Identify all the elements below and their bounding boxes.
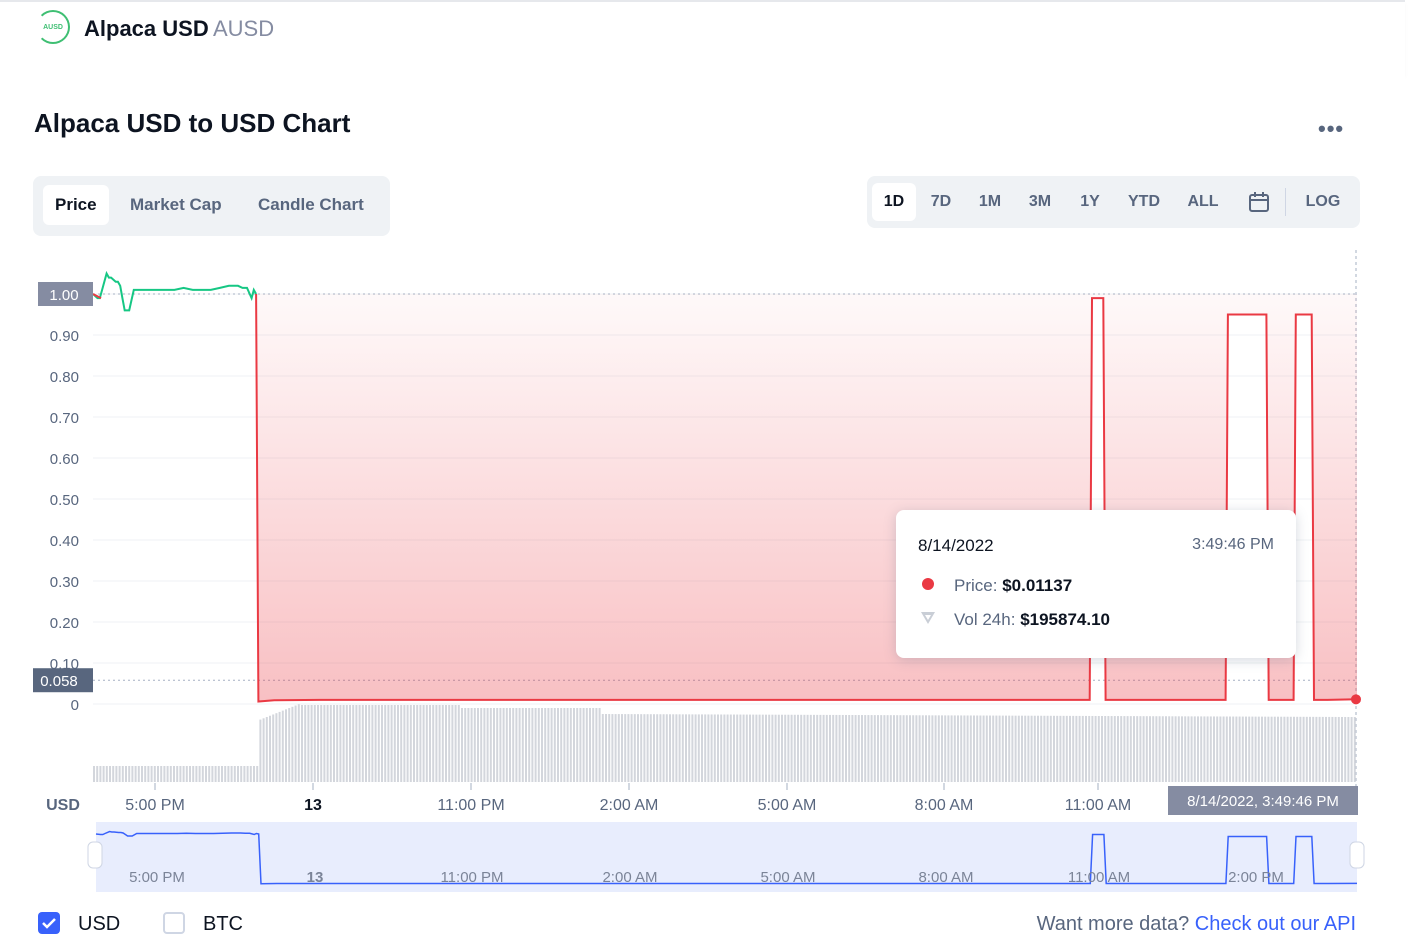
usd-label: USD [78, 913, 121, 935]
range-separator [1285, 188, 1286, 216]
range-1y[interactable]: 1Y [1069, 183, 1111, 221]
btc-checkbox[interactable] [163, 912, 185, 934]
chart-type-tabs: Price Market Cap Candle Chart [33, 176, 390, 236]
tooltip-date: 8/14/2022 [918, 536, 994, 555]
range-7d[interactable]: 7D [920, 183, 962, 221]
tooltip-volume-value: $195874.10 [1020, 610, 1111, 629]
tab-price[interactable]: Price [43, 185, 109, 225]
tooltip-volume-label: Vol 24h: [954, 610, 1016, 629]
api-promo-text: Want more data? [1036, 913, 1190, 935]
tab-market-cap[interactable]: Market Cap [118, 185, 234, 225]
api-link[interactable]: Check out our API [1195, 913, 1356, 935]
log-scale-toggle[interactable]: LOG [1297, 183, 1349, 221]
range-all[interactable]: ALL [1179, 183, 1227, 221]
range-3m[interactable]: 3M [1019, 183, 1061, 221]
more-horizontal-icon[interactable]: ••• [1318, 116, 1344, 142]
price-dot-icon [922, 578, 934, 590]
time-range-selector: 1D 7D 1M 3M 1Y YTD ALL LOG [867, 176, 1360, 228]
page-title: Alpaca USD to USD Chart [34, 108, 351, 138]
volume-shield-icon [921, 612, 935, 624]
price-tooltip: 8/14/2022 3:49:46 PM Price: $0.01137 Vol… [896, 510, 1296, 658]
coin-logo-icon: AUSD [36, 10, 70, 44]
tooltip-volume-row: Vol 24h: $195874.10 [954, 610, 1110, 630]
coin-symbol: AUSD [213, 16, 275, 41]
btc-label: BTC [203, 913, 243, 935]
tooltip-price-value: $0.01137 [1002, 576, 1073, 595]
tooltip-price-row: Price: $0.01137 [954, 576, 1072, 596]
tooltip-time: 3:49:46 PM [1192, 536, 1274, 553]
calendar-icon[interactable] [1239, 183, 1279, 221]
coin-name: Alpaca USD [84, 16, 209, 41]
range-1m[interactable]: 1M [969, 183, 1011, 221]
tab-candle-chart[interactable]: Candle Chart [246, 185, 376, 225]
range-ytd[interactable]: YTD [1119, 183, 1169, 221]
coin-header: AUSD Alpaca USD AUSD [0, 0, 1405, 75]
api-promo: Want more data? Check out our API [1037, 913, 1356, 936]
tooltip-price-label: Price: [954, 576, 998, 595]
range-1d[interactable]: 1D [872, 183, 916, 221]
usd-checkbox[interactable] [38, 912, 60, 934]
